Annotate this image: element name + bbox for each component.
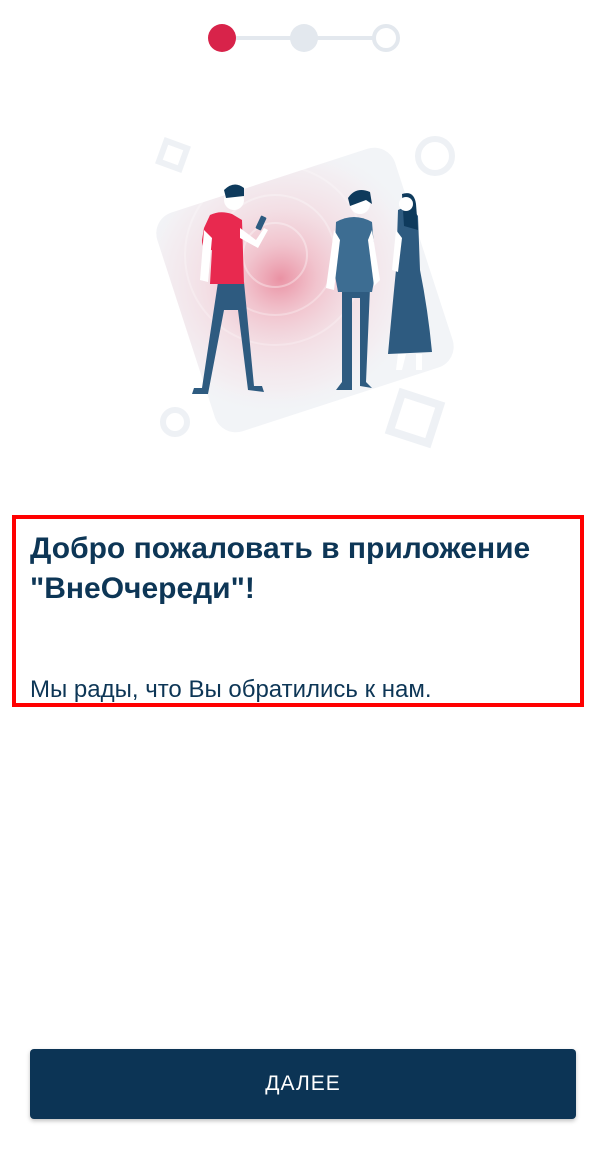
step-1-indicator: [208, 24, 236, 52]
onboarding-stepper: [206, 22, 402, 54]
people-queue-illustration: [140, 120, 470, 460]
welcome-text-block: Добро пожаловать в приложение "ВнеОчеред…: [12, 515, 584, 707]
next-button[interactable]: ДАЛЕЕ: [30, 1049, 576, 1119]
welcome-subtitle: Мы рады, что Вы обратились к нам.: [30, 676, 432, 703]
step-3-indicator: [372, 24, 400, 52]
welcome-title: Добро пожаловать в приложение "ВнеОчеред…: [30, 532, 531, 605]
onboarding-screen: Добро пожаловать в приложение "ВнеОчеред…: [0, 0, 606, 1149]
step-2-indicator: [290, 24, 318, 52]
